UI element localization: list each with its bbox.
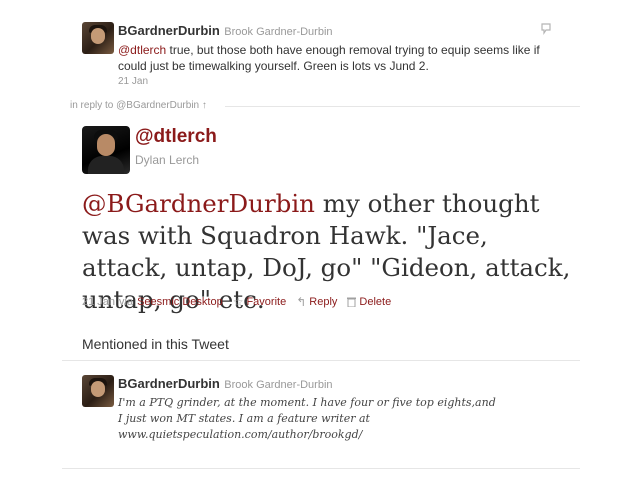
reply-corner-icon[interactable] (539, 22, 553, 36)
main-tweet-source[interactable]: Seesmic Desktop (137, 296, 223, 308)
prior-tweet-mention[interactable]: @dtlerch (118, 43, 166, 57)
avatar-face (91, 28, 105, 44)
avatar-dtlerch[interactable] (82, 126, 130, 174)
prior-tweet: BGardnerDurbin Brook Gardner-Durbin @dtl… (82, 22, 562, 92)
delete-action[interactable]: Delete (347, 296, 391, 308)
mentioned-heading: Mentioned in this Tweet (82, 336, 229, 352)
reply-context-prefix: in reply to (70, 100, 117, 111)
reply-context-divider (225, 106, 580, 107)
reply-action[interactable]: ↰ Reply (296, 295, 337, 309)
main-tweet-meta: 21 Jan via Seesmic Desktop ☆ Favorite ↰ … (82, 295, 391, 309)
mentioned-bio: I'm a PTQ grinder, at the moment. I have… (118, 396, 496, 441)
main-tweet-screen-name[interactable]: @dtlerch (135, 126, 217, 148)
main-tweet-realname: Dylan Lerch (135, 153, 200, 167)
avatar-bgardnerdurbin-mentioned[interactable] (82, 375, 114, 407)
mentioned-divider-top (62, 360, 580, 361)
avatar-bgardnerdurbin[interactable] (82, 22, 114, 54)
reply-context: in reply to @BGardnerDurbin ↑ (70, 100, 207, 111)
main-tweet-via: via (119, 296, 134, 308)
reply-arrow-icon: ↰ (296, 295, 307, 309)
prior-tweet-timestamp[interactable]: 21 Jan (118, 76, 548, 87)
mentioned-username[interactable]: BGardnerDurbin (118, 376, 220, 391)
delete-label: Delete (359, 296, 392, 308)
avatar-face (91, 381, 105, 397)
main-tweet-mention[interactable]: @BGardnerDurbin (82, 189, 315, 218)
mentioned-user: BGardnerDurbin Brook Gardner-Durbin I'm … (82, 375, 572, 445)
reply-label: Reply (309, 296, 338, 308)
prior-tweet-username[interactable]: BGardnerDurbin (118, 23, 220, 38)
prior-tweet-body: true, but those both have enough removal… (118, 43, 540, 73)
avatar-face (97, 134, 115, 156)
mentioned-realname: Brook Gardner-Durbin (224, 379, 333, 391)
prior-tweet-text: @dtlerch true, but those both have enoug… (118, 42, 548, 74)
main-tweet-timestamp[interactable]: 21 Jan (82, 296, 115, 308)
avatar-shirt (88, 156, 124, 174)
trash-icon (347, 297, 357, 307)
star-icon: ☆ (232, 295, 244, 309)
favorite-label: Favorite (246, 296, 287, 308)
favorite-action[interactable]: ☆ Favorite (233, 295, 287, 309)
up-arrow-icon[interactable]: ↑ (202, 100, 207, 111)
mentioned-divider-bottom (62, 468, 580, 469)
reply-context-target[interactable]: @BGardnerDurbin (116, 100, 199, 111)
prior-tweet-realname: Brook Gardner-Durbin (224, 26, 333, 38)
